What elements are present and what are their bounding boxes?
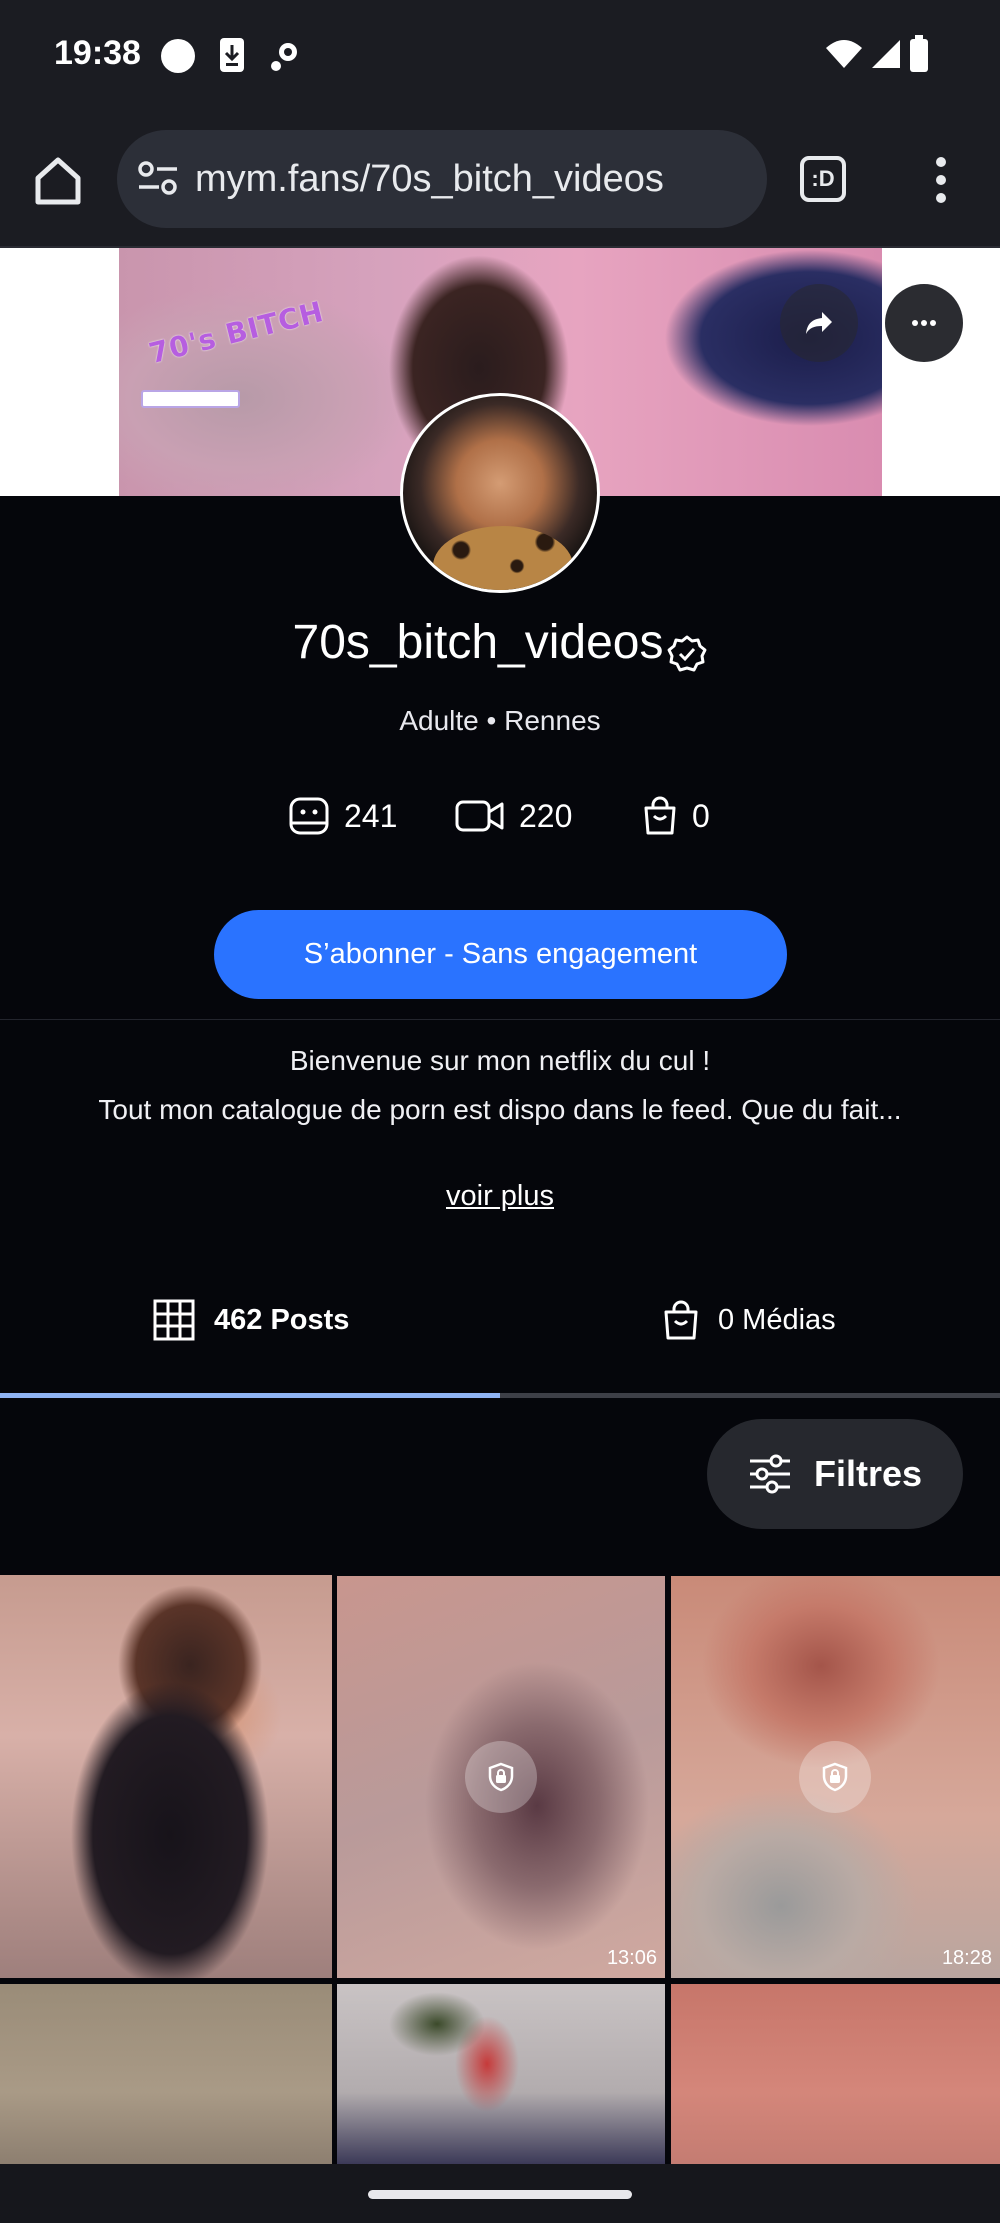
video-duration: 13:06	[606, 1947, 657, 1969]
tab-media[interactable]: 0 Médias	[662, 1295, 836, 1345]
lock-icon	[822, 1762, 848, 1792]
see-more-link[interactable]: voir plus	[0, 1180, 1000, 1213]
avatar[interactable]	[400, 393, 600, 593]
more-horizontal-icon	[912, 320, 936, 326]
bio-line-2: Tout mon catalogue de porn est dispo dan…	[98, 1094, 902, 1125]
tab-switcher-button[interactable]: :D	[800, 156, 846, 202]
lock-badge	[465, 1741, 537, 1813]
home-icon[interactable]	[28, 150, 88, 210]
wifi-icon	[826, 40, 862, 68]
shopping-bag-icon	[644, 796, 676, 835]
video-duration: 18:28	[941, 1947, 992, 1969]
profile-separator: •	[486, 705, 497, 736]
sliders-icon	[749, 1454, 790, 1494]
profile-header: 70s_bitch_videos	[0, 615, 1000, 674]
status-bar: 19:38	[0, 0, 1000, 112]
signal-icon	[872, 40, 900, 68]
shopping-bag-icon	[664, 1300, 698, 1340]
tab-indicator-track	[0, 1393, 1000, 1398]
tab-posts[interactable]: 462 Posts	[152, 1295, 349, 1345]
address-bar[interactable]: mym.fans/70s_bitch_videos	[117, 130, 767, 228]
stat-photos: 241	[288, 793, 397, 839]
lock-badge	[799, 1741, 871, 1813]
share-button[interactable]	[780, 284, 858, 362]
profile-stats: 241 220 0	[0, 793, 1000, 839]
avatar-image	[433, 526, 573, 590]
home-gesture-handle[interactable]	[368, 2190, 632, 2199]
more-options-button[interactable]	[885, 284, 963, 362]
grid-item[interactable]: 13:06	[337, 1576, 665, 1978]
download-icon	[220, 38, 244, 72]
lock-icon	[488, 1762, 514, 1792]
browser-toolbar: mym.fans/70s_bitch_videos :D	[0, 112, 1000, 248]
grid-item[interactable]	[0, 1984, 332, 2164]
stat-shop: 0	[642, 793, 710, 839]
tab-media-label: 0 Médias	[718, 1303, 836, 1336]
profile-subline: Adulte • Rennes	[0, 705, 1000, 737]
url-text[interactable]: mym.fans/70s_bitch_videos	[195, 158, 664, 201]
stat-shop-count: 0	[692, 797, 710, 834]
divider	[0, 1019, 1000, 1020]
stat-videos-count: 220	[519, 797, 573, 834]
battery-icon	[910, 35, 928, 72]
grid-item[interactable]	[671, 1984, 1000, 2164]
stat-photos-count: 241	[344, 797, 398, 834]
profile-category: Adulte	[399, 705, 479, 736]
bio-line-1: Bienvenue sur mon netflix du cul !	[289, 1045, 711, 1076]
profile-username: 70s_bitch_videos	[292, 616, 664, 669]
grid-item[interactable]	[337, 1984, 665, 2164]
stat-videos: 220	[455, 793, 572, 839]
notification-dot-icon	[161, 39, 195, 73]
overflow-menu-icon[interactable]	[925, 154, 957, 206]
status-time: 19:38	[54, 34, 141, 72]
video-icon	[455, 800, 504, 832]
grid-icon	[153, 1299, 195, 1341]
cover-logo-searchbar	[141, 390, 240, 408]
verified-badge-icon	[667, 635, 707, 672]
grid-item[interactable]	[0, 1575, 332, 1978]
photo-icon	[289, 797, 329, 835]
filters-label: Filtres	[813, 1453, 923, 1494]
share-icon	[806, 312, 832, 334]
tab-posts-label: 462 Posts	[214, 1303, 350, 1336]
cover-logo: 70's BITCH	[145, 294, 328, 371]
grid-item[interactable]: 18:28	[671, 1576, 1000, 1978]
site-settings-icon[interactable]	[137, 160, 179, 196]
profile-location: Rennes	[504, 705, 601, 736]
subscribe-button[interactable]: S’abonner - Sans engagement	[214, 910, 787, 999]
settings-sync-icon	[271, 43, 297, 71]
tab-indicator	[0, 1393, 500, 1398]
filters-button[interactable]: Filtres	[707, 1419, 963, 1529]
